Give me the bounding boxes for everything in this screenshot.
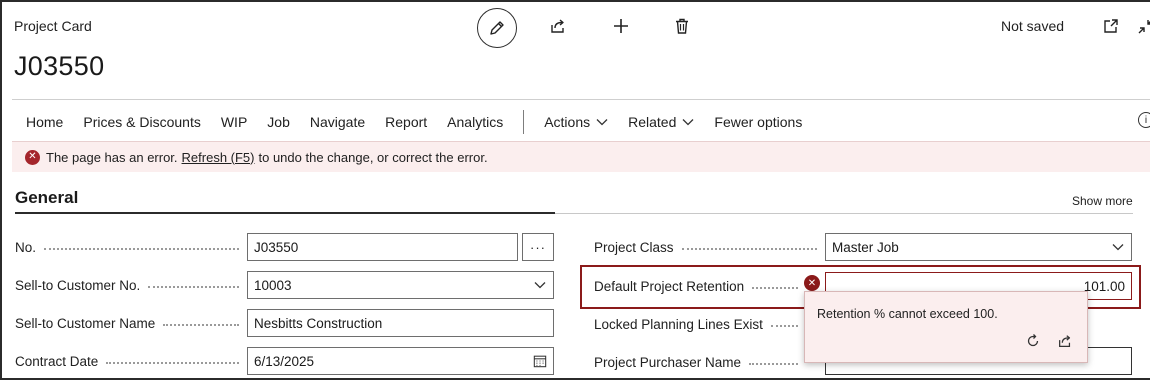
- contract-date-input[interactable]: 6/13/2025: [247, 347, 554, 375]
- field-label-text: Sell-to Customer No.: [15, 277, 141, 293]
- refresh-icon: [1027, 334, 1039, 347]
- nav-actions-label: Actions: [544, 114, 591, 130]
- field-label-locked-planning-lines-exist: Locked Planning Lines Exist: [594, 310, 806, 338]
- nav-wip[interactable]: WIP: [211, 114, 257, 130]
- sell-to-customer-name-value: Nesbitts Construction: [254, 315, 383, 331]
- field-label-sell-to-customer-no: Sell-to Customer No.: [15, 271, 247, 299]
- validation-error-message: Retention % cannot exceed 100.: [817, 307, 998, 321]
- edit-button[interactable]: [477, 8, 517, 48]
- field-label-text: Default Project Retention: [594, 278, 745, 294]
- share-icon: [1059, 335, 1071, 347]
- field-label-sell-to-customer-name: Sell-to Customer Name: [15, 309, 247, 337]
- nav-actions-menu[interactable]: Actions: [534, 114, 618, 130]
- trash-icon: [676, 18, 688, 34]
- chevron-down-icon: [596, 119, 608, 126]
- field-label-text: No.: [15, 239, 37, 255]
- refresh-link[interactable]: Refresh (F5): [182, 150, 255, 165]
- project-card-page: Project Card J03550 Not saved Home Price…: [0, 0, 1150, 380]
- undo-button[interactable]: [1024, 332, 1042, 350]
- nav-related-label: Related: [628, 114, 677, 130]
- nav-related-menu[interactable]: Related: [618, 114, 704, 130]
- open-new-window-icon: [1104, 19, 1118, 33]
- nav-prices-discounts[interactable]: Prices & Discounts: [73, 114, 210, 130]
- chevron-down-icon: [533, 278, 547, 292]
- share-error-button[interactable]: [1056, 332, 1074, 350]
- share-icon: [551, 19, 564, 33]
- nav-navigate[interactable]: Navigate: [300, 114, 375, 130]
- field-error-icon[interactable]: ✕: [804, 275, 820, 291]
- project-class-select[interactable]: Master Job: [825, 233, 1132, 261]
- project-class-value: Master Job: [832, 239, 899, 255]
- header-divider: [12, 99, 1150, 100]
- error-message-suffix: to undo the change, or correct the error…: [258, 149, 488, 165]
- action-bar: Home Prices & Discounts WIP Job Navigate…: [16, 106, 812, 138]
- field-label-default-project-retention: Default Project Retention: [594, 272, 806, 300]
- field-label-text: Locked Planning Lines Exist: [594, 316, 763, 332]
- field-label-project-purchaser-name: Project Purchaser Name: [594, 348, 806, 376]
- nav-job[interactable]: Job: [257, 114, 300, 130]
- field-label-project-class: Project Class: [594, 233, 825, 261]
- field-label-text: Project Purchaser Name: [594, 354, 742, 370]
- section-divider: [555, 213, 1133, 214]
- show-more-link[interactable]: Show more: [1072, 194, 1133, 208]
- card-title: Project Card: [14, 18, 92, 34]
- nav-report[interactable]: Report: [375, 114, 437, 130]
- nav-fewer-options[interactable]: Fewer options: [704, 114, 812, 130]
- chevron-down-icon: [682, 119, 694, 126]
- sell-to-customer-name-input[interactable]: Nesbitts Construction: [247, 309, 554, 337]
- field-label-no: No.: [15, 233, 247, 261]
- section-title[interactable]: General: [15, 188, 78, 208]
- field-label-text: Project Class: [594, 239, 674, 255]
- chevron-down-icon: [1111, 240, 1125, 254]
- assist-edit-button[interactable]: ···: [522, 233, 554, 261]
- sell-to-customer-no-select[interactable]: 10003: [247, 271, 554, 299]
- nav-separator: [523, 110, 525, 134]
- field-label-contract-date: Contract Date: [15, 347, 247, 375]
- record-id: J03550: [14, 51, 105, 81]
- nav-analytics[interactable]: Analytics: [437, 114, 513, 130]
- contract-date-value: 6/13/2025: [254, 353, 315, 369]
- no-value: J03550: [254, 239, 299, 255]
- sell-to-customer-no-value: 10003: [254, 277, 292, 293]
- field-label-text: Sell-to Customer Name: [15, 315, 156, 331]
- new-button[interactable]: [611, 16, 631, 36]
- info-icon[interactable]: i: [1138, 112, 1150, 128]
- plus-icon: [614, 19, 628, 33]
- pencil-icon: [490, 21, 504, 35]
- section-underline: [15, 212, 555, 214]
- calendar-icon[interactable]: [533, 354, 547, 368]
- delete-button[interactable]: [672, 16, 692, 36]
- validation-error-popup: Retention % cannot exceed 100.: [804, 291, 1088, 363]
- field-label-text: Contract Date: [15, 353, 99, 369]
- error-icon: ✕: [25, 149, 40, 165]
- save-status: Not saved: [1001, 18, 1065, 34]
- error-message-prefix: The page has an error.: [46, 149, 178, 165]
- collapse-button[interactable]: [1136, 16, 1150, 36]
- collapse-icon: [1138, 20, 1150, 34]
- no-input[interactable]: J03550: [247, 233, 518, 261]
- share-button[interactable]: [548, 16, 568, 36]
- open-new-window-button[interactable]: [1101, 16, 1121, 36]
- nav-home[interactable]: Home: [16, 114, 73, 130]
- error-banner: ✕ The page has an error. Refresh (F5) to…: [12, 141, 1150, 172]
